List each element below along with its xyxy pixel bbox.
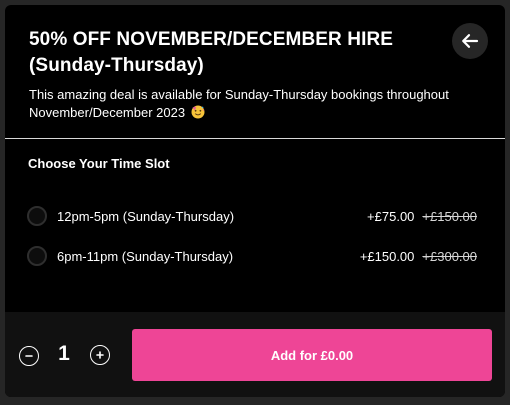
time-slot-radio[interactable] — [27, 246, 47, 266]
time-slot-option-afternoon[interactable]: 12pm-5pm (Sunday-Thursday) +£75.00 +£150… — [27, 204, 477, 228]
deal-subtitle-text: This amazing deal is available for Sunda… — [29, 87, 449, 120]
time-slot-old-price: +£300.00 — [422, 248, 477, 264]
time-slot-heading: Choose Your Time Slot — [28, 156, 170, 171]
time-slot-label: 6pm-11pm (Sunday-Thursday) — [57, 248, 234, 264]
back-button[interactable] — [452, 23, 488, 59]
header-divider — [5, 138, 505, 139]
add-to-booking-button[interactable]: Add for £0.00 — [132, 329, 492, 381]
time-slot-option-evening[interactable]: 6pm-11pm (Sunday-Thursday) +£150.00 +£30… — [27, 244, 477, 268]
decrement-button[interactable] — [19, 346, 39, 366]
increment-button[interactable] — [90, 345, 110, 365]
deal-modal: 50% OFF NOVEMBER/DECEMBER HIRE (Sunday-T… — [5, 5, 505, 397]
party-face-icon — [191, 105, 205, 119]
time-slot-radio[interactable] — [27, 206, 47, 226]
deal-title: 50% OFF NOVEMBER/DECEMBER HIRE (Sunday-T… — [29, 29, 394, 76]
quantity-value: 1 — [58, 342, 70, 365]
time-slot-old-price: +£150.00 — [422, 208, 477, 224]
time-slot-price: +£150.00 — [359, 248, 415, 264]
arrow-left-icon — [462, 34, 479, 48]
minus-icon — [25, 355, 33, 357]
time-slot-label: 12pm-5pm (Sunday-Thursday) — [57, 208, 235, 224]
modal-footer: 1 Add for £0.00 — [5, 312, 505, 397]
time-slot-price: +£75.00 — [367, 208, 415, 224]
deal-subtitle: This amazing deal is available for Sunda… — [29, 86, 489, 122]
modal-header: 50% OFF NOVEMBER/DECEMBER HIRE (Sunday-T… — [5, 5, 505, 139]
plus-icon — [96, 351, 104, 359]
